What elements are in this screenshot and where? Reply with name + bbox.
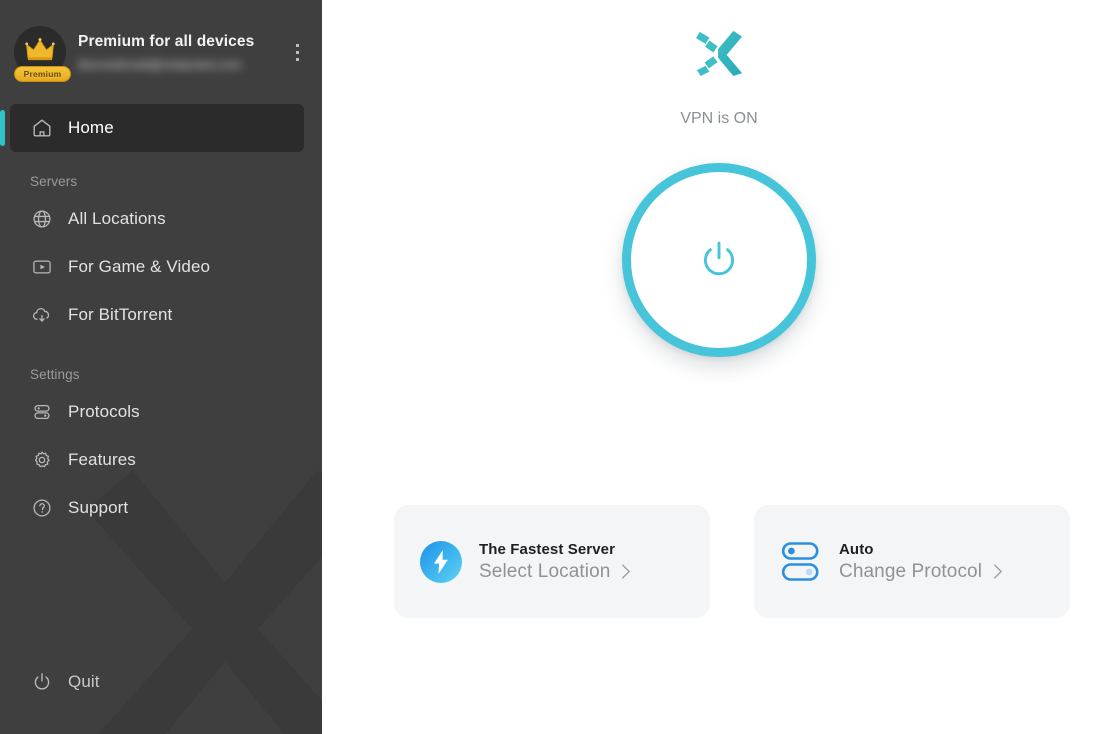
power-button-wrap	[622, 163, 816, 357]
fastest-server-card[interactable]: The Fastest Server Select Location	[394, 505, 710, 618]
lightning-bolt-icon	[420, 540, 462, 583]
globe-icon	[30, 207, 54, 231]
bolt-circle	[420, 540, 462, 583]
sidebar-item-for-game-and-video-label: For Game & Video	[68, 257, 211, 276]
x-logo-icon	[695, 30, 743, 76]
sidebar-item-for-bittorrent-label: For BitTorrent	[68, 305, 173, 324]
fastest-server-subtitle: Select Location	[479, 560, 611, 582]
avatar: Premium	[14, 26, 71, 82]
sidebar-item-protocols-label: Protocols	[68, 402, 140, 421]
fastest-server-title: The Fastest Server	[479, 540, 616, 558]
active-indicator	[0, 110, 5, 146]
quit-button[interactable]: Quit	[0, 662, 100, 702]
quit-label: Quit	[68, 672, 100, 691]
home-icon	[30, 116, 54, 140]
sidebar: Premium Premium for all devices blurrede…	[0, 0, 322, 734]
change-protocol-subtitle: Change Protocol	[839, 560, 983, 582]
sidebar-item-features[interactable]: Features	[0, 436, 304, 484]
account-title: Premium for all devices	[78, 32, 255, 50]
sidebar-item-all-locations[interactable]: All Locations	[0, 195, 304, 243]
change-protocol-sub-row: Change Protocol	[839, 561, 1003, 583]
vpn-status-text: VPN is ON	[680, 110, 758, 127]
chevron-right-icon	[622, 564, 631, 579]
account-text: Premium for all devices blurredemail@red…	[78, 33, 288, 72]
protocol-sliders-glyph-icon	[781, 541, 819, 581]
bolt-glyph-icon	[434, 549, 448, 574]
sidebar-item-for-bittorrent[interactable]: For BitTorrent	[0, 291, 304, 339]
quick-settings-cards: The Fastest Server Select Location Auto …	[394, 505, 1070, 618]
cloud-download-icon	[30, 303, 54, 327]
kebab-dot	[295, 57, 299, 61]
sidebar-item-for-game-and-video[interactable]: For Game & Video	[0, 243, 304, 291]
account-email: blurredemail@redacted.com	[78, 56, 242, 72]
account-header[interactable]: Premium Premium for all devices blurrede…	[0, 0, 322, 104]
protocol-sliders-icon	[780, 541, 822, 583]
kebab-dot	[295, 43, 299, 47]
video-play-icon	[30, 255, 54, 279]
main-panel: VPN is ON The Fastest Server Select Loca…	[322, 0, 1116, 734]
sidebar-item-support[interactable]: Support	[0, 484, 304, 532]
sidebar-item-support-label: Support	[68, 498, 129, 517]
change-protocol-title: Auto	[839, 540, 874, 558]
sidebar-item-all-locations-label: All Locations	[68, 209, 166, 228]
power-toggle-button[interactable]	[622, 163, 816, 357]
fastest-server-sub-row: Select Location	[479, 561, 631, 583]
fastest-server-text: The Fastest Server Select Location	[479, 541, 631, 583]
kebab-dot	[295, 50, 299, 54]
change-protocol-card[interactable]: Auto Change Protocol	[754, 505, 1070, 618]
section-label-settings: Settings	[30, 367, 80, 382]
app-window: Premium Premium for all devices blurrede…	[0, 0, 1116, 734]
sidebar-item-home-label: Home	[68, 118, 114, 137]
sliders-icon	[30, 400, 54, 424]
gear-icon	[30, 448, 54, 472]
sidebar-item-protocols[interactable]: Protocols	[0, 388, 304, 436]
change-protocol-text: Auto Change Protocol	[839, 541, 1003, 583]
crown-icon	[25, 38, 55, 61]
premium-badge: Premium	[14, 66, 71, 82]
chevron-right-icon	[994, 564, 1002, 579]
power-icon	[703, 241, 735, 276]
section-label-servers: Servers	[30, 174, 78, 189]
question-circle-icon	[30, 496, 54, 520]
kebab-menu-icon[interactable]	[288, 33, 306, 71]
sidebar-item-features-label: Features	[68, 450, 136, 469]
sidebar-item-home[interactable]: Home	[0, 104, 304, 152]
power-icon	[30, 670, 54, 694]
